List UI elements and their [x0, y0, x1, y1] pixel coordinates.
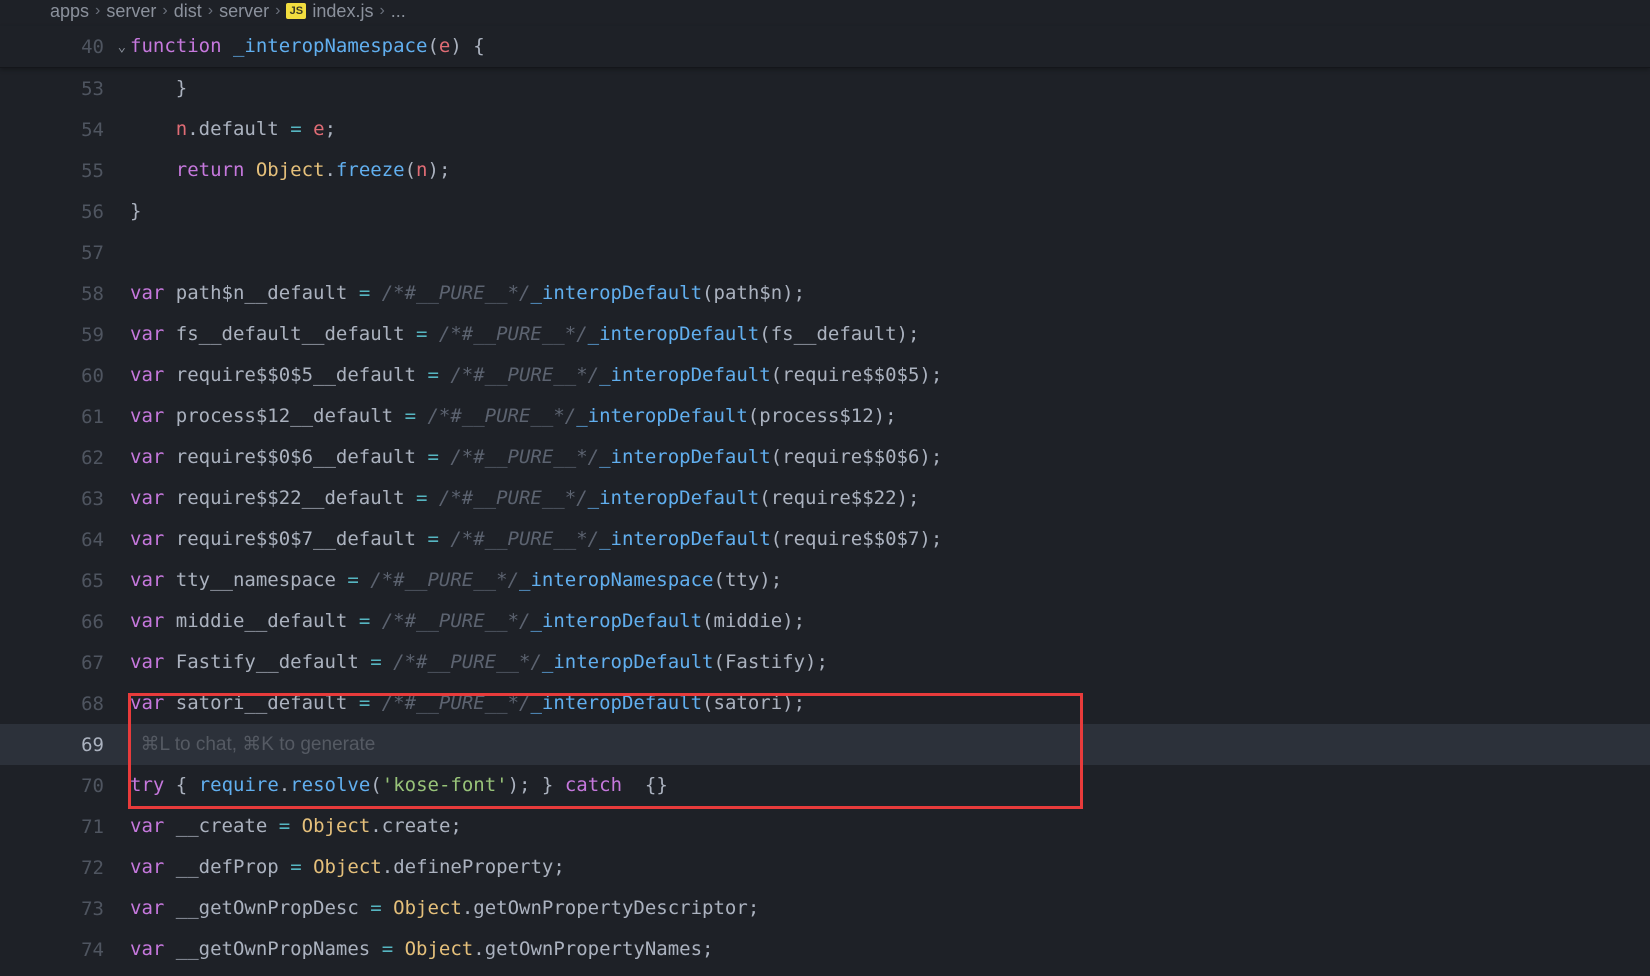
code-content[interactable]: var require$$22__default = /*#__PURE__*/… [130, 478, 1650, 519]
code-content[interactable]: var __getOwnPropNames = Object.getOwnPro… [130, 929, 1650, 970]
code-content[interactable]: } [130, 68, 1650, 109]
line-number: 71 [0, 816, 130, 838]
chevron-right-icon: › [162, 2, 167, 20]
line-number: 68 [0, 693, 130, 715]
code-content[interactable]: var require$$0$7__default = /*#__PURE__*… [130, 519, 1650, 560]
code-content[interactable]: var require$$0$6__default = /*#__PURE__*… [130, 437, 1650, 478]
line-number: 66 [0, 611, 130, 633]
line-number: 74 [0, 939, 130, 961]
code-line[interactable]: 74var __getOwnPropNames = Object.getOwnP… [0, 929, 1650, 970]
code-content[interactable]: n.default = e; [130, 109, 1650, 150]
line-number: 62 [0, 447, 130, 469]
code-line[interactable]: 59var fs__default__default = /*#__PURE__… [0, 314, 1650, 355]
code-line[interactable]: 55 return Object.freeze(n); [0, 150, 1650, 191]
code-line[interactable]: 65var tty__namespace = /*#__PURE__*/_int… [0, 560, 1650, 601]
code-line[interactable]: 67var Fastify__default = /*#__PURE__*/_i… [0, 642, 1650, 683]
line-number: 65 [0, 570, 130, 592]
code-line[interactable]: 61var process$12__default = /*#__PURE__*… [0, 396, 1650, 437]
chevron-right-icon: › [208, 2, 213, 20]
code-content[interactable]: var __defProp = Object.defineProperty; [130, 847, 1650, 888]
line-number: 67 [0, 652, 130, 674]
code-line[interactable]: 53 } [0, 68, 1650, 109]
chevron-down-icon[interactable]: ⌄ [118, 39, 126, 55]
code-line[interactable]: 69 ⌘L to chat, ⌘K to generate [0, 724, 1650, 765]
chevron-right-icon: › [275, 2, 280, 20]
line-number: 70 [0, 775, 130, 797]
code-line[interactable]: 64var require$$0$7__default = /*#__PURE_… [0, 519, 1650, 560]
code-content[interactable]: return Object.freeze(n); [130, 150, 1650, 191]
code-line[interactable]: 63var require$$22__default = /*#__PURE__… [0, 478, 1650, 519]
line-number: 56 [0, 201, 130, 223]
code-content[interactable]: var __getOwnPropDesc = Object.getOwnProp… [130, 888, 1650, 929]
sticky-scroll-header[interactable]: 40 ⌄ function _interopNamespace(e) { [0, 26, 1650, 68]
code-content[interactable]: ⌘L to chat, ⌘K to generate [130, 724, 1650, 765]
line-number: 69 [0, 734, 130, 756]
code-content[interactable]: var path$n__default = /*#__PURE__*/_inte… [130, 273, 1650, 314]
code-line[interactable]: 73var __getOwnPropDesc = Object.getOwnPr… [0, 888, 1650, 929]
code-content[interactable]: } [130, 191, 1650, 232]
line-number: 57 [0, 242, 130, 264]
line-number: 61 [0, 406, 130, 428]
line-number: 63 [0, 488, 130, 510]
code-content[interactable]: var Fastify__default = /*#__PURE__*/_int… [130, 642, 1650, 683]
code-editor[interactable]: 53 }54 n.default = e;55 return Object.fr… [0, 68, 1650, 976]
breadcrumb: apps › server › dist › server › JS index… [0, 0, 1650, 26]
line-number: 40 ⌄ [0, 36, 130, 58]
code-line[interactable]: 68var satori__default = /*#__PURE__*/_in… [0, 683, 1650, 724]
breadcrumb-trail[interactable]: ... [391, 1, 406, 22]
breadcrumb-item[interactable]: server [106, 1, 156, 22]
code-content[interactable]: var require$$0$5__default = /*#__PURE__*… [130, 355, 1650, 396]
js-file-icon: JS [286, 3, 306, 19]
line-number: 54 [0, 119, 130, 141]
editor-root: apps › server › dist › server › JS index… [0, 0, 1650, 976]
inline-hint: ⌘L to chat, ⌘K to generate [130, 734, 375, 755]
code-line[interactable]: function _interopNamespace(e) { [130, 26, 1650, 67]
line-number: 60 [0, 365, 130, 387]
breadcrumb-item[interactable]: dist [174, 1, 202, 22]
code-content[interactable]: var fs__default__default = /*#__PURE__*/… [130, 314, 1650, 355]
code-content[interactable]: var process$12__default = /*#__PURE__*/_… [130, 396, 1650, 437]
chevron-right-icon: › [379, 2, 384, 20]
line-number: 73 [0, 898, 130, 920]
code-content[interactable]: var tty__namespace = /*#__PURE__*/_inter… [130, 560, 1650, 601]
code-line[interactable]: 56} [0, 191, 1650, 232]
line-number: 55 [0, 160, 130, 182]
breadcrumb-item[interactable]: apps [50, 1, 89, 22]
code-content[interactable]: var __create = Object.create; [130, 806, 1650, 847]
code-line[interactable]: 72var __defProp = Object.defineProperty; [0, 847, 1650, 888]
line-number: 72 [0, 857, 130, 879]
line-number: 59 [0, 324, 130, 346]
code-line[interactable]: 66var middie__default = /*#__PURE__*/_in… [0, 601, 1650, 642]
breadcrumb-file[interactable]: index.js [312, 1, 373, 22]
line-number: 64 [0, 529, 130, 551]
code-line[interactable]: 62var require$$0$6__default = /*#__PURE_… [0, 437, 1650, 478]
code-content[interactable]: var satori__default = /*#__PURE__*/_inte… [130, 683, 1650, 724]
line-number: 58 [0, 283, 130, 305]
code-line[interactable]: 54 n.default = e; [0, 109, 1650, 150]
chevron-right-icon: › [95, 2, 100, 20]
breadcrumb-item[interactable]: server [219, 1, 269, 22]
code-content[interactable]: try { require.resolve('kose-font'); } ca… [130, 765, 1650, 806]
code-line[interactable]: 71var __create = Object.create; [0, 806, 1650, 847]
line-number: 53 [0, 78, 130, 100]
code-line[interactable]: 60var require$$0$5__default = /*#__PURE_… [0, 355, 1650, 396]
code-content[interactable]: var middie__default = /*#__PURE__*/_inte… [130, 601, 1650, 642]
code-line[interactable]: 58var path$n__default = /*#__PURE__*/_in… [0, 273, 1650, 314]
code-line[interactable]: 57 [0, 232, 1650, 273]
code-line[interactable]: 70try { require.resolve('kose-font'); } … [0, 765, 1650, 806]
